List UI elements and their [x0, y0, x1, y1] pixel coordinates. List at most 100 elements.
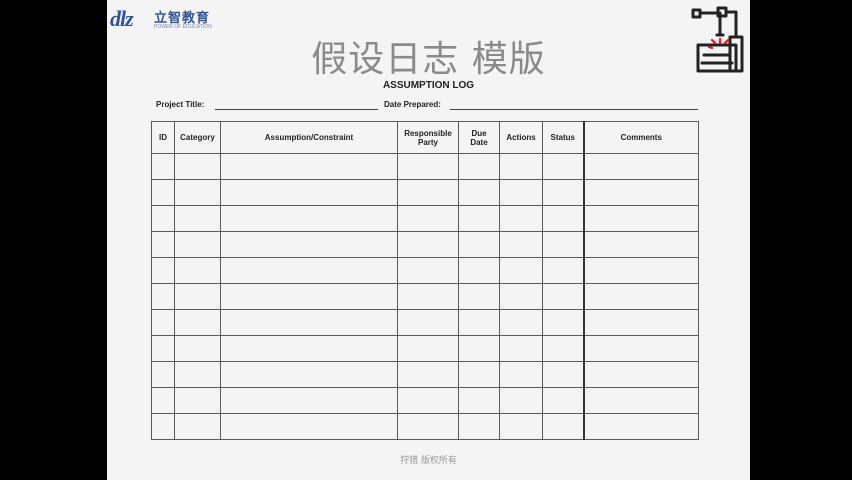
slide: dlz 立智教育 POWER OF EDUCATION 假设日志 模版 ASSU…	[107, 0, 750, 480]
project-title-field	[215, 109, 378, 110]
header-responsible-line2: Party	[417, 137, 438, 147]
cell-actions	[499, 205, 543, 232]
cell-status	[542, 413, 584, 440]
cell-status	[542, 387, 584, 414]
cell-id	[151, 387, 175, 414]
logo-mark: dlz	[110, 6, 134, 31]
cell-due	[458, 205, 500, 232]
table-row	[151, 361, 699, 388]
cell-assumption	[220, 413, 398, 440]
cell-due	[458, 361, 500, 388]
cell-actions	[499, 283, 543, 310]
cell-due	[458, 283, 500, 310]
cell-due	[458, 309, 500, 336]
cell-category	[174, 335, 221, 362]
cell-id	[151, 283, 175, 310]
form-title: ASSUMPTION LOG	[382, 80, 475, 91]
cell-category	[174, 309, 221, 336]
cell-status	[542, 309, 584, 336]
cell-due	[458, 231, 500, 258]
cell-comments	[582, 283, 699, 310]
cell-responsible	[397, 153, 459, 180]
cell-category	[174, 205, 221, 232]
cell-status	[542, 283, 584, 310]
header-actions: Actions	[499, 121, 543, 154]
cell-comments	[582, 309, 699, 336]
cell-due	[458, 179, 500, 206]
table-row	[151, 179, 699, 206]
cell-due	[458, 335, 500, 362]
cell-actions	[499, 309, 543, 336]
header-assumption-constraint: Assumption/Constraint	[220, 121, 398, 154]
cell-comments	[582, 361, 699, 388]
table-header-row: ID Category Assumption/Constraint Respon…	[151, 121, 699, 154]
header-due-line2: Date	[470, 137, 488, 147]
cell-category	[174, 257, 221, 284]
cell-responsible	[397, 205, 459, 232]
cell-status	[542, 361, 584, 388]
header-due-line1: Due	[471, 128, 487, 138]
cell-actions	[499, 231, 543, 258]
cell-id	[151, 309, 175, 336]
cell-due	[458, 387, 500, 414]
cell-status	[542, 335, 584, 362]
cell-status	[542, 179, 584, 206]
cell-category	[174, 153, 221, 180]
cell-id	[151, 413, 175, 440]
cell-assumption	[220, 361, 398, 388]
cell-responsible	[397, 283, 459, 310]
cell-comments	[582, 387, 699, 414]
cell-actions	[499, 257, 543, 284]
cell-assumption	[220, 179, 398, 206]
header-id: ID	[151, 121, 175, 154]
cell-assumption	[220, 205, 398, 232]
cell-comments	[582, 205, 699, 232]
cell-actions	[499, 179, 543, 206]
cell-id	[151, 335, 175, 362]
cell-responsible	[397, 231, 459, 258]
cell-due	[458, 413, 500, 440]
cell-responsible	[397, 179, 459, 206]
cell-assumption	[220, 387, 398, 414]
header-due-date: Due Date	[458, 121, 500, 154]
table-row	[151, 283, 699, 310]
table-row	[151, 387, 699, 414]
cell-category	[174, 413, 221, 440]
cell-id	[151, 153, 175, 180]
cell-actions	[499, 387, 543, 414]
slide-title: 假设日志 模版	[311, 39, 546, 80]
cell-assumption	[220, 153, 398, 180]
cell-due	[458, 257, 500, 284]
table-row	[151, 231, 699, 258]
date-prepared-field	[450, 109, 698, 110]
cell-assumption	[220, 231, 398, 258]
cell-category	[174, 361, 221, 388]
cell-status	[542, 231, 584, 258]
table-row	[151, 309, 699, 336]
header-category: Category	[174, 121, 221, 154]
cell-assumption	[220, 257, 398, 284]
header-comments: Comments	[582, 121, 699, 154]
brand-logo: dlz 立智教育 POWER OF EDUCATION	[110, 6, 220, 32]
project-title-label: Project Title:	[156, 100, 205, 109]
table-row	[151, 413, 699, 440]
cell-due	[458, 153, 500, 180]
cell-comments	[582, 153, 699, 180]
cell-assumption	[220, 309, 398, 336]
copyright-footer: 狩猎 版权所有	[400, 456, 457, 466]
cell-comments	[582, 335, 699, 362]
cell-actions	[499, 361, 543, 388]
cell-assumption	[220, 283, 398, 310]
cell-id	[151, 257, 175, 284]
cell-id	[151, 179, 175, 206]
table-body	[151, 153, 699, 440]
cell-comments	[582, 179, 699, 206]
cell-responsible	[397, 309, 459, 336]
cell-responsible	[397, 387, 459, 414]
cell-actions	[499, 335, 543, 362]
cell-responsible	[397, 361, 459, 388]
cell-id	[151, 231, 175, 258]
cell-id	[151, 361, 175, 388]
header-responsible-line1: Responsible	[404, 128, 452, 138]
table-row	[151, 205, 699, 232]
